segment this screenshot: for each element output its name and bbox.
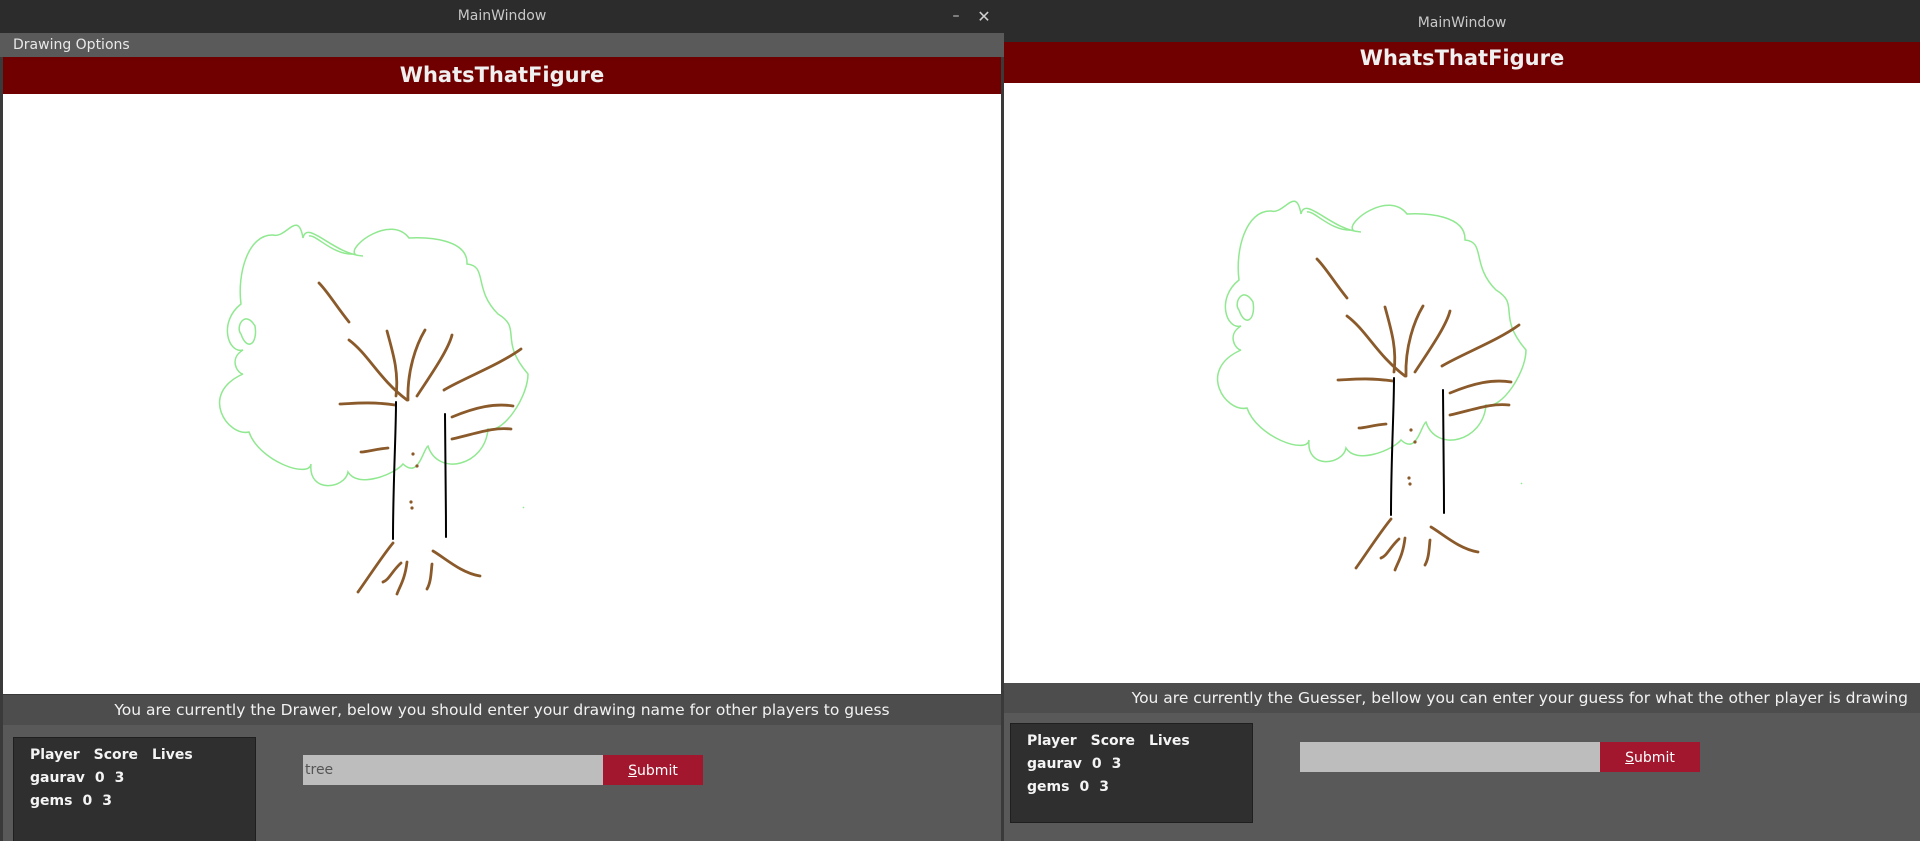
minimize-icon[interactable]: – — [942, 0, 970, 33]
trunk — [392, 401, 447, 540]
player-name: gems — [1027, 779, 1070, 795]
branches — [317, 281, 523, 596]
scoreboard: Player Score Lives gaurav 0 3 gems 0 3 — [1010, 723, 1253, 823]
tree-drawing — [1216, 200, 1527, 572]
header-player: Player — [1027, 733, 1077, 749]
tree-drawing — [218, 224, 529, 596]
header-score: Score — [93, 747, 139, 763]
scoreboard: Player Score Lives gaurav 0 3 gems 0 3 — [13, 737, 256, 841]
header-score: Score — [1090, 733, 1136, 749]
app-title: WhatsThatFigure — [1004, 42, 1920, 83]
player-lives: 3 — [1111, 756, 1122, 772]
submit-label: ubmit — [1634, 750, 1675, 766]
bark-dots — [1407, 428, 1417, 486]
close-icon[interactable]: ✕ — [970, 0, 998, 33]
player-name: gaurav — [30, 770, 85, 786]
title-bar[interactable]: MainWindow — [1004, 0, 1920, 42]
scoreboard-row: gaurav 0 3 — [30, 770, 134, 786]
title-bar[interactable]: MainWindow – ✕ — [0, 0, 1004, 33]
scoreboard-row: gems 0 3 — [1027, 779, 1119, 795]
scoreboard-header: Player Score Lives — [30, 747, 207, 763]
status-message: You are currently the Drawer, below you … — [3, 695, 1001, 725]
header-lives: Lives — [1149, 733, 1190, 749]
submit-button[interactable]: Submit — [603, 755, 703, 785]
guess-input[interactable] — [1300, 742, 1600, 772]
submit-mnemonic: S — [628, 763, 638, 779]
bottom-panel: PlayerScoreLives gaurav03 gems03 Submit — [1004, 713, 1920, 841]
submit-button[interactable]: Submit — [1600, 742, 1700, 772]
scoreboard-row: gaurav 0 3 — [1027, 756, 1131, 772]
drawing-name-input[interactable] — [303, 755, 603, 785]
submit-mnemonic: S — [1625, 750, 1635, 766]
guesser-window: MainWindow WhatsThatFigure You are curre… — [1004, 0, 1920, 841]
player-score: 0 — [94, 770, 105, 786]
header-player: Player — [30, 747, 80, 763]
player-score: 0 — [1091, 756, 1102, 772]
scoreboard-header: Player Score Lives — [1027, 733, 1204, 749]
player-name: gems — [30, 793, 73, 809]
window-title: MainWindow — [457, 8, 547, 24]
player-score: 0 — [1079, 779, 1090, 795]
status-message: You are currently the Guesser, bellow yo… — [1004, 683, 1920, 713]
player-score: 0 — [82, 793, 93, 809]
player-lives: 3 — [102, 793, 112, 809]
player-name: gaurav — [1027, 756, 1082, 772]
bottom-panel: PlayerScoreLives gaurav03 gems03 Submit — [3, 725, 1001, 841]
scoreboard-row: gems 0 3 — [30, 793, 122, 809]
player-lives: 3 — [1099, 779, 1109, 795]
menu-bar: Drawing Options — [0, 33, 1004, 57]
app-title: WhatsThatFigure — [3, 57, 1001, 94]
drawing-canvas — [1004, 83, 1920, 683]
drawing-canvas[interactable] — [3, 94, 1001, 694]
branches — [1315, 257, 1521, 572]
trunk — [1390, 377, 1445, 516]
submit-label: ubmit — [637, 763, 678, 779]
header-lives: Lives — [152, 747, 193, 763]
drawer-window: MainWindow – ✕ Drawing Options WhatsThat… — [0, 0, 1004, 841]
player-lives: 3 — [114, 770, 125, 786]
bark-dots — [409, 452, 419, 510]
menu-drawing-options[interactable]: Drawing Options — [13, 33, 130, 57]
window-title: MainWindow — [1417, 15, 1507, 31]
